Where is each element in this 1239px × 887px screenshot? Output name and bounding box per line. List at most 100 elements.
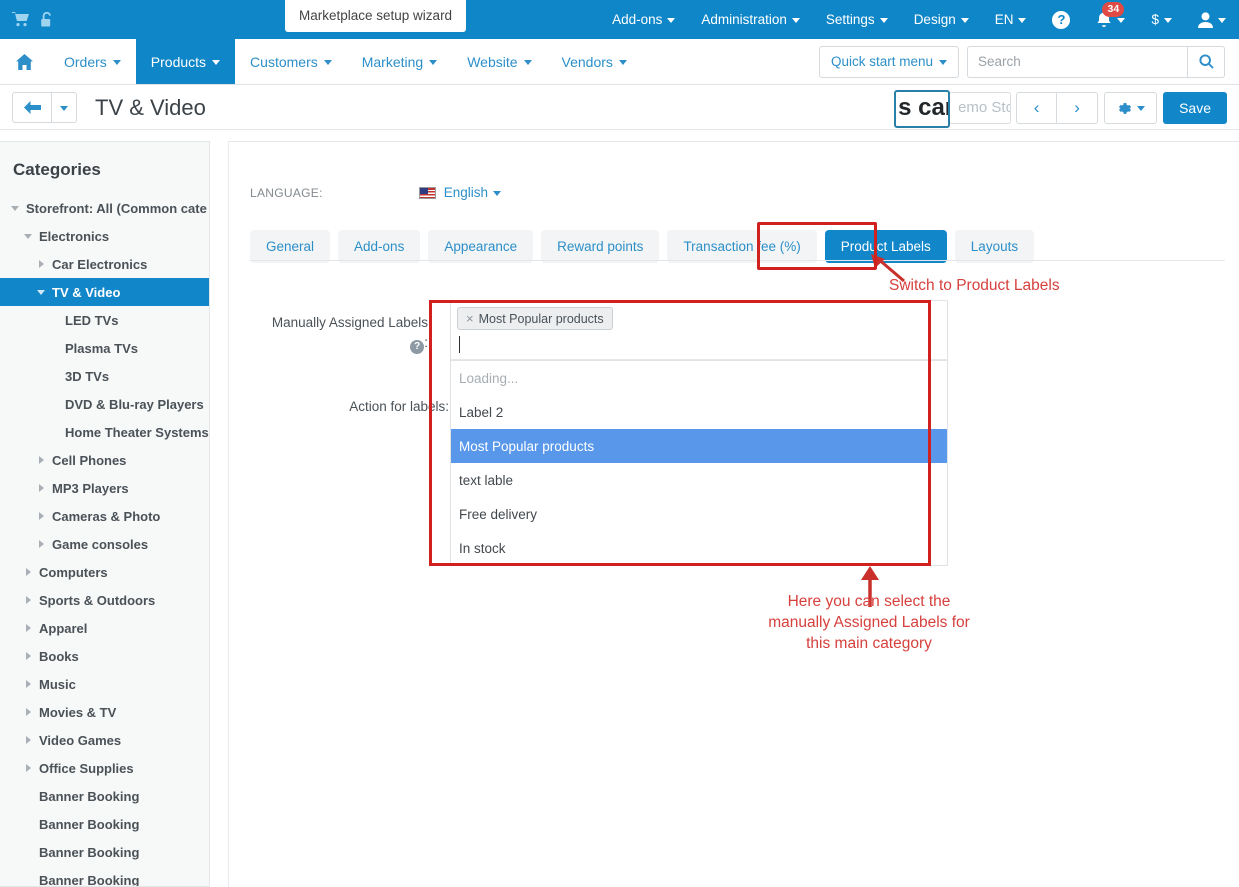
chevron-right-icon[interactable]	[34, 260, 48, 268]
sidebar-item-banner-booking[interactable]: Banner Booking	[0, 838, 209, 866]
chevron-right-icon[interactable]	[34, 456, 48, 464]
sidebar-item-sports-outdoors[interactable]: Sports & Outdoors	[0, 586, 209, 614]
topbar-menu-settings[interactable]: Settings	[813, 0, 901, 39]
user-account-menu[interactable]	[1185, 0, 1239, 39]
sidebar-item-banner-booking[interactable]: Banner Booking	[0, 810, 209, 838]
notifications-button[interactable]: 34	[1083, 0, 1138, 39]
sidebar-item-apparel[interactable]: Apparel	[0, 614, 209, 642]
chevron-down-icon	[493, 191, 502, 196]
main-navigation: Orders Products Customers Marketing Webs…	[0, 39, 1239, 85]
topbar-menu-design[interactable]: Design	[901, 0, 982, 39]
sidebar-item-cameras-photo[interactable]: Cameras & Photo	[0, 502, 209, 530]
chevron-down-icon[interactable]	[8, 205, 22, 211]
sidebar-item-car-electronics[interactable]: Car Electronics	[0, 250, 209, 278]
chevron-right-icon[interactable]	[21, 652, 35, 660]
store-selector[interactable]: emo Sto	[949, 91, 1012, 124]
chevron-right-icon[interactable]	[21, 624, 35, 632]
zoomed-text-overlay: s cart	[894, 89, 951, 128]
back-dropdown-button[interactable]	[52, 92, 77, 123]
chevron-right-icon[interactable]	[34, 540, 48, 548]
chevron-right-icon[interactable]	[21, 680, 35, 688]
sidebar-item-label: 3D TVs	[65, 368, 110, 384]
labels-search-input[interactable]	[451, 330, 947, 360]
quick-start-menu-button[interactable]: Quick start menu	[818, 45, 959, 78]
chevron-right-icon[interactable]	[21, 568, 35, 576]
topbar-menu-administration[interactable]: Administration	[688, 0, 813, 39]
chevron-right-icon[interactable]	[34, 512, 48, 520]
search-input[interactable]	[967, 45, 1187, 78]
labels-multiselect[interactable]: × Most Popular products	[450, 300, 948, 361]
nav-item-website[interactable]: Website	[452, 39, 546, 84]
sidebar-item-plasma-tvs[interactable]: Plasma TVs	[0, 334, 209, 362]
settings-dropdown-button[interactable]	[1104, 91, 1158, 124]
next-item-button[interactable]: ›	[1057, 91, 1099, 124]
dropdown-option-free-delivery[interactable]: Free delivery	[451, 497, 947, 531]
back-button[interactable]	[12, 92, 52, 123]
sidebar-item-dvd-blu-ray-players[interactable]: DVD & Blu-ray Players	[0, 390, 209, 418]
marketplace-setup-wizard-tooltip[interactable]: Marketplace setup wizard	[285, 0, 467, 32]
language-selector[interactable]: English	[444, 185, 502, 200]
chevron-right-icon[interactable]	[21, 764, 35, 772]
text-cursor	[459, 336, 460, 353]
topbar-menu-administration-label: Administration	[701, 12, 787, 27]
chevron-right-icon[interactable]	[21, 736, 35, 744]
currency-selector[interactable]: $	[1138, 0, 1185, 39]
topbar-menu-language[interactable]: EN	[982, 0, 1040, 39]
sidebar-item-tv-video[interactable]: TV & Video	[0, 278, 209, 306]
cart-icon[interactable]	[12, 12, 29, 27]
tab-layouts[interactable]: Layouts	[954, 230, 1035, 263]
chevron-right-icon[interactable]	[21, 596, 35, 604]
sidebar-item-led-tvs[interactable]: LED TVs	[0, 306, 209, 334]
chevron-down-icon[interactable]	[34, 289, 48, 295]
sidebar-item-movies-tv[interactable]: Movies & TV	[0, 698, 209, 726]
tab-general[interactable]: General	[250, 230, 331, 263]
sidebar-item-cell-phones[interactable]: Cell Phones	[0, 446, 209, 474]
sidebar-item-video-games[interactable]: Video Games	[0, 726, 209, 754]
sidebar-item-banner-booking[interactable]: Banner Booking	[0, 866, 209, 887]
tab-product-labels[interactable]: Product Labels	[824, 230, 947, 263]
sidebar-item-mp3-players[interactable]: MP3 Players	[0, 474, 209, 502]
topbar-menu-group: Add-ons Administration Settings Design E…	[599, 0, 1239, 39]
sidebar-item-label: Music	[39, 676, 76, 692]
tab-reward-points[interactable]: Reward points	[541, 230, 660, 263]
tab-add-ons[interactable]: Add-ons	[338, 230, 421, 263]
sidebar-item-banner-booking[interactable]: Banner Booking	[0, 782, 209, 810]
nav-item-products[interactable]: Products	[135, 39, 236, 84]
unlock-icon[interactable]	[40, 11, 54, 28]
chevron-right-icon[interactable]	[34, 484, 48, 492]
sidebar-item-books[interactable]: Books	[0, 642, 209, 670]
token-most-popular-products[interactable]: × Most Popular products	[457, 307, 613, 330]
annotation-select-labels-line1: Here you can select the	[787, 593, 951, 610]
nav-item-orders[interactable]: Orders	[49, 39, 136, 84]
dropdown-option-most-popular-products[interactable]: Most Popular products	[451, 429, 947, 463]
dropdown-option-label-2[interactable]: Label 2	[451, 395, 947, 429]
chevron-down-icon[interactable]	[21, 233, 35, 239]
dropdown-option-in-stock[interactable]: In stock	[451, 531, 947, 565]
dropdown-option-loading[interactable]: Loading...	[451, 361, 947, 395]
nav-item-vendors[interactable]: Vendors	[547, 39, 642, 84]
sidebar-item-game-consoles[interactable]: Game consoles	[0, 530, 209, 558]
nav-item-marketing[interactable]: Marketing	[347, 39, 452, 84]
remove-token-icon[interactable]: ×	[466, 311, 474, 326]
sidebar-item-3d-tvs[interactable]: 3D TVs	[0, 362, 209, 390]
sidebar-item-electronics[interactable]: Electronics	[0, 222, 209, 250]
chevron-right-icon[interactable]	[21, 708, 35, 716]
nav-item-customers[interactable]: Customers	[235, 39, 347, 84]
previous-item-button[interactable]: ‹	[1016, 91, 1058, 124]
sidebar-item-label: Computers	[39, 564, 108, 580]
help-icon[interactable]: ?	[410, 339, 425, 354]
tab-transaction-fee[interactable]: Transaction fee (%)	[667, 230, 817, 263]
sidebar-item-music[interactable]: Music	[0, 670, 209, 698]
sidebar-item-label: Apparel	[39, 620, 88, 636]
save-button[interactable]: Save	[1163, 91, 1227, 124]
sidebar-item-office-supplies[interactable]: Office Supplies	[0, 754, 209, 782]
tab-appearance[interactable]: Appearance	[428, 230, 534, 263]
dropdown-option-text-lable[interactable]: text lable	[451, 463, 947, 497]
topbar-menu-add-ons[interactable]: Add-ons	[599, 0, 688, 39]
sidebar-item-storefront-all-common-cate[interactable]: Storefront: All (Common cate	[0, 194, 209, 222]
sidebar-item-computers[interactable]: Computers	[0, 558, 209, 586]
nav-item-home[interactable]	[0, 39, 49, 84]
sidebar-item-home-theater-systems[interactable]: Home Theater Systems	[0, 418, 209, 446]
help-button[interactable]: ?	[1039, 0, 1083, 39]
search-button[interactable]	[1187, 45, 1225, 78]
